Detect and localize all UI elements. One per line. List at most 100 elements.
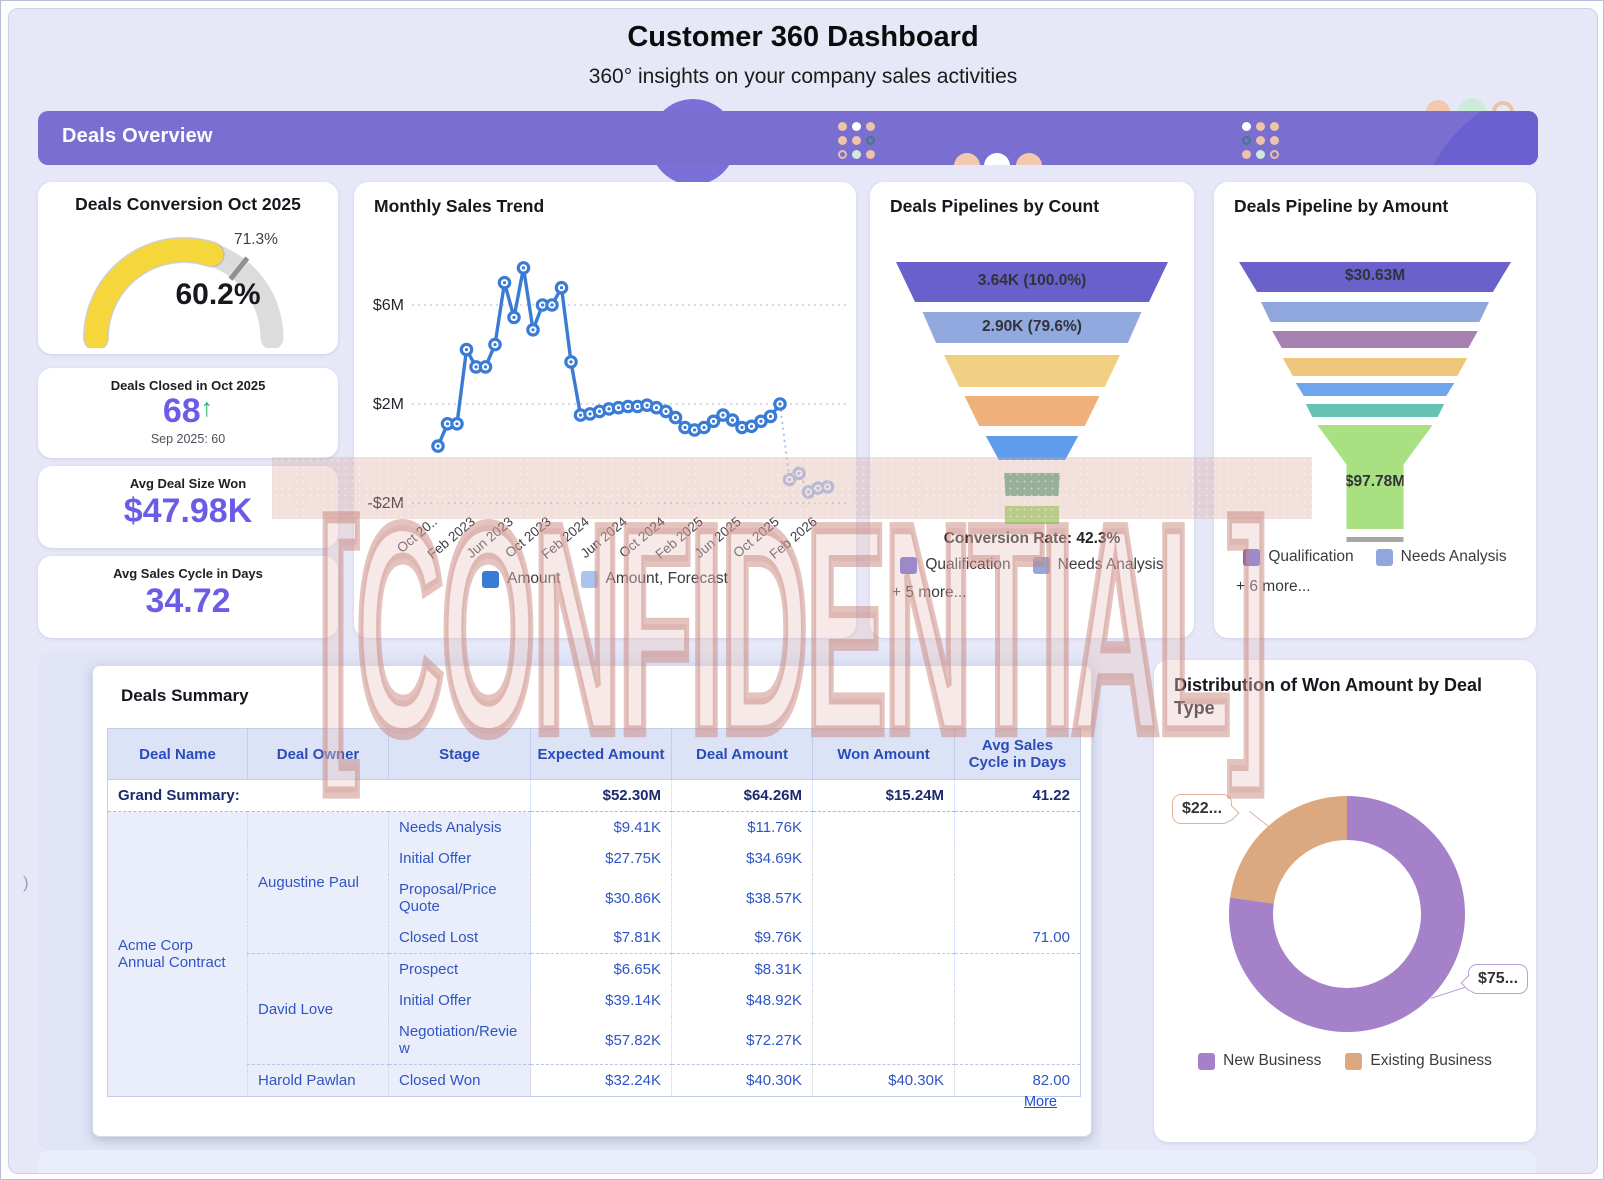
avg-cycle-cell	[955, 812, 1081, 844]
decor-half-dot	[1016, 153, 1042, 165]
legend-item[interactable]: Amount, Forecast	[581, 570, 728, 588]
table-row[interactable]: Harold PawlanClosed Won$32.24K$40.30K$40…	[108, 1065, 1081, 1097]
callout-value: $22...	[1182, 800, 1222, 817]
gauge-card: Deals Conversion Oct 2025 71.3% 60.2%	[38, 182, 338, 354]
column-header[interactable]: Deal Owner	[248, 729, 389, 780]
data-point-dot	[826, 485, 829, 488]
data-point-dot	[769, 415, 772, 418]
funnel-segment-label: 2.90K (79.6%)	[896, 318, 1168, 336]
legend-item[interactable]: Needs Analysis	[1376, 548, 1507, 566]
column-header[interactable]: Avg Sales Cycle in Days	[955, 729, 1081, 780]
legend-swatch	[482, 571, 499, 588]
table-row[interactable]: David LoveProspect$6.65K$8.31K	[108, 954, 1081, 986]
scroll-hint-icon[interactable]: )	[23, 873, 29, 893]
more-link[interactable]: More	[1024, 1094, 1057, 1110]
dashboard-page: Customer 360 Dashboard 360° insights on …	[8, 8, 1598, 1174]
y-tick-label: $2M	[373, 396, 404, 413]
gauge-threshold-label: 71.3%	[234, 231, 324, 249]
kpi-number: 68	[163, 392, 201, 430]
data-point-dot	[560, 286, 563, 289]
legend-item[interactable]: Amount	[482, 570, 560, 588]
column-header[interactable]: Stage	[389, 729, 531, 780]
funnel-level[interactable]: $30.63M	[1239, 262, 1511, 292]
funnel-level[interactable]	[896, 473, 1168, 496]
legend-swatch	[1243, 549, 1260, 566]
line-chart[interactable]: $6M$2M-$2MOct 20..Feb 2023Jun 2023Oct 20…	[354, 218, 856, 570]
callout-new-business: $75...	[1468, 964, 1528, 994]
data-point-dot	[712, 420, 715, 423]
data-point-dot	[655, 406, 658, 409]
kpi-title: Avg Deal Size Won	[38, 476, 338, 491]
avg-cycle-cell	[955, 954, 1081, 986]
funnel-level[interactable]	[1239, 331, 1511, 348]
funnel-level[interactable]	[896, 355, 1168, 387]
legend-item[interactable]: New Business	[1198, 1052, 1321, 1070]
avg-cycle-cell	[955, 843, 1081, 874]
data-point-dot	[617, 406, 620, 409]
funnel-chart-amount: $30.63M $97.78M	[1239, 262, 1511, 542]
funnel-level[interactable]	[1239, 358, 1511, 376]
stage-cell: Needs Analysis	[389, 812, 531, 844]
legend-item[interactable]: Qualification	[1243, 548, 1353, 566]
column-header[interactable]: Deal Name	[108, 729, 248, 780]
funnel-level[interactable]	[896, 506, 1168, 524]
data-point-dot	[626, 405, 629, 408]
data-point-dot	[598, 410, 601, 413]
funnel-level[interactable]	[1239, 383, 1511, 396]
funnel-level[interactable]: $97.78M	[1239, 425, 1511, 529]
column-header[interactable]: Won Amount	[813, 729, 955, 780]
legend-item[interactable]: Needs Analysis	[1033, 556, 1164, 574]
funnel-level[interactable]	[896, 436, 1168, 460]
table-row[interactable]: Acme Corp Annual ContractAugustine PaulN…	[108, 812, 1081, 844]
section-title: Deals Overview	[62, 125, 213, 148]
data-point-dot	[693, 428, 696, 431]
won-amount-cell	[813, 812, 955, 844]
data-point-dot	[636, 405, 639, 408]
kpi-card-avg-sales-cycle: Avg Sales Cycle in Days 34.72	[38, 556, 338, 638]
funnel-level[interactable]	[1239, 302, 1511, 322]
more-stages-note[interactable]: + 6 more...	[1236, 578, 1311, 596]
data-point-dot	[588, 412, 591, 415]
expected-amount-cell: $7.81K	[531, 922, 672, 954]
data-point-dot	[550, 303, 553, 306]
deal-amount-cell: $72.27K	[672, 1016, 813, 1065]
chart-title: Distribution of Won Amount by Deal Type	[1174, 674, 1514, 719]
kpi-value: 68↑	[38, 392, 338, 431]
data-point-dot	[702, 426, 705, 429]
legend-label: Qualification	[1268, 548, 1353, 566]
legend-label: Qualification	[925, 556, 1010, 574]
chart-legend: Amount Amount, Forecast	[354, 570, 856, 588]
deal-amount-cell: $8.31K	[672, 954, 813, 986]
stage-cell: Closed Won	[389, 1065, 531, 1097]
avg-cycle-cell	[955, 874, 1081, 922]
avg-cycle-cell: 82.00	[955, 1065, 1081, 1097]
won-amount-cell	[813, 985, 955, 1016]
expected-amount-cell: $30.86K	[531, 874, 672, 922]
data-point-dot	[645, 404, 648, 407]
funnel-level[interactable]	[1239, 537, 1511, 542]
callout-tail	[1461, 975, 1478, 992]
next-section-strip	[38, 1150, 1536, 1174]
funnel-level[interactable]: 2.90K (79.6%)	[896, 312, 1168, 343]
decor-circle	[1417, 111, 1538, 165]
funnel-level[interactable]: 3.64K (100.0%)	[896, 262, 1168, 302]
y-tick-label: -$2M	[368, 495, 404, 512]
more-stages-note[interactable]: + 5 more...	[892, 584, 967, 602]
stage-cell: Negotiation/Review	[389, 1016, 531, 1065]
grand-summary-value: $64.26M	[672, 780, 813, 812]
data-point-dot	[816, 487, 819, 490]
gauge-card-title: Deals Conversion Oct 2025	[38, 194, 338, 215]
funnel-level[interactable]	[896, 396, 1168, 426]
legend-swatch	[1198, 1053, 1215, 1070]
pipeline-count-card: Deals Pipelines by Count 3.64K (100.0%)2…	[870, 182, 1194, 638]
funnel-level[interactable]	[1239, 404, 1511, 417]
legend-item[interactable]: Existing Business	[1345, 1052, 1491, 1070]
column-header[interactable]: Deal Amount	[672, 729, 813, 780]
funnel-segment-label: 3.64K (100.0%)	[896, 272, 1168, 290]
legend-swatch	[1033, 557, 1050, 574]
data-point-dot	[579, 414, 582, 417]
data-point-dot	[750, 425, 753, 428]
legend-item[interactable]: Qualification	[900, 556, 1010, 574]
column-header[interactable]: Expected Amount	[531, 729, 672, 780]
legend-label: Amount	[507, 570, 560, 588]
